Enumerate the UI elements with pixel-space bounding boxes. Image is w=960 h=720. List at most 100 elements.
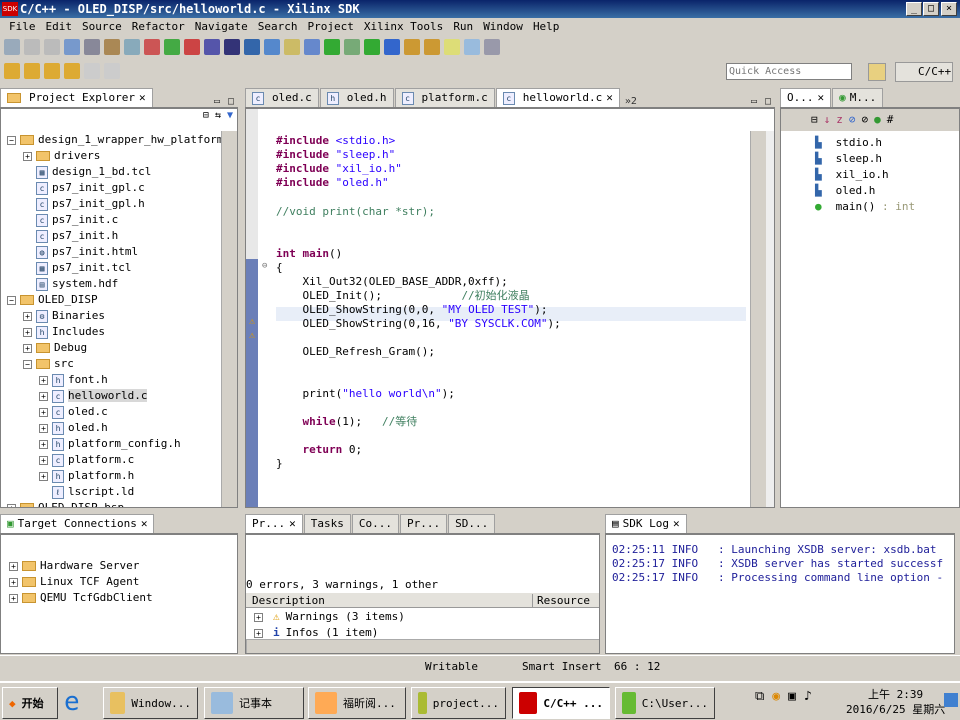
toolbar-icon[interactable] <box>404 39 420 55</box>
tree-item[interactable]: + h Includes <box>7 324 237 340</box>
quick-access-input[interactable] <box>726 63 852 80</box>
collapse-icon[interactable]: − <box>7 295 16 305</box>
minimize-icon[interactable]: ▭ <box>747 96 761 107</box>
volume-icon[interactable]: ♪ <box>804 689 820 704</box>
menu-help[interactable]: Help <box>528 18 565 36</box>
hide-macros-icon[interactable]: # <box>887 113 900 126</box>
tree-item[interactable]: ◍ ps7_init.html <box>7 244 237 260</box>
menu-edit[interactable]: Edit <box>41 18 78 36</box>
tab-project-explorer[interactable]: Project Explorer ✕ <box>0 88 153 107</box>
tab-sdk-log[interactable]: ▤ SDK Log ✕ <box>605 514 687 533</box>
toolbar-icon[interactable] <box>44 39 60 55</box>
expand-icon[interactable]: + <box>23 343 32 353</box>
tab-platform-c[interactable]: c platform.c <box>394 88 495 107</box>
toolbar-icon[interactable] <box>104 39 120 55</box>
start-button[interactable]: ◆ 开始 <box>2 687 58 719</box>
nav-arrow-icon[interactable] <box>64 63 80 79</box>
toolbar-icon[interactable] <box>4 39 20 55</box>
target-item[interactable]: + Hardware Server <box>9 558 153 574</box>
taskbar-item[interactable]: C:\User... <box>615 687 715 719</box>
minimize-button[interactable]: _ <box>906 2 922 16</box>
outline-item[interactable]: ▙ stdio.h <box>815 135 915 151</box>
app-tray-icon[interactable]: ◉ <box>772 689 788 704</box>
tree-item[interactable]: c ps7_init_gpl.h <box>7 196 237 212</box>
expand-icon[interactable]: + <box>39 407 48 417</box>
target-item[interactable]: + Linux TCF Agent <box>9 574 153 590</box>
hide-nonpublic-icon[interactable]: ● <box>874 113 887 126</box>
tab-oled-h[interactable]: h oled.h <box>319 88 394 107</box>
perspective-cpp-button[interactable]: C/C++ <box>895 62 953 82</box>
tree-item[interactable]: ▦ design_1_bd.tcl <box>7 164 237 180</box>
link-editor-icon[interactable]: ⇆ <box>215 110 221 121</box>
tab-make-target[interactable]: ◉ M... <box>832 88 884 107</box>
menu-window[interactable]: Window <box>478 18 528 36</box>
toolbar-icon[interactable] <box>364 39 380 55</box>
menu-navigate[interactable]: Navigate <box>190 18 253 36</box>
tree-item[interactable]: ℓ lscript.ld <box>7 484 237 500</box>
open-perspective-icon[interactable] <box>868 63 886 81</box>
toolbar-icon[interactable] <box>384 39 400 55</box>
toolbar-icon[interactable] <box>24 39 40 55</box>
minimize-icon[interactable]: ▭ <box>210 96 224 107</box>
tab-overflow-button[interactable]: »2 <box>621 96 641 107</box>
toolbar-icon[interactable] <box>464 39 480 55</box>
toolbar-icon[interactable] <box>64 39 80 55</box>
toolbar-icon[interactable] <box>124 39 140 55</box>
taskbar-item[interactable]: 福昕阅... <box>308 687 406 719</box>
tree-item[interactable]: − src <box>7 356 237 372</box>
outline-item[interactable]: ▙ oled.h <box>815 183 915 199</box>
toolbar-icon[interactable] <box>204 39 220 55</box>
tree-item[interactable]: + h platform.h <box>7 468 237 484</box>
tab-pr[interactable]: Pr... ✕ <box>245 514 303 533</box>
tree-item[interactable]: + ⚙ Binaries <box>7 308 237 324</box>
tree-item[interactable]: + drivers <box>7 148 237 164</box>
tree-item[interactable]: c ps7_init_gpl.c <box>7 180 237 196</box>
nav-arrow-icon[interactable] <box>104 63 120 79</box>
tree-item[interactable]: − OLED_DISP <box>7 292 237 308</box>
close-icon[interactable]: ✕ <box>139 89 146 107</box>
horizontal-scrollbar[interactable] <box>246 639 599 653</box>
hide-fields-icon[interactable]: ⊘ <box>849 113 862 126</box>
tree-item[interactable]: ▦ ps7_init.tcl <box>7 260 237 276</box>
expand-icon[interactable]: + <box>39 423 48 433</box>
filter-icon[interactable]: ▼ <box>227 110 233 121</box>
tab-sd[interactable]: SD... <box>448 514 496 533</box>
expand-icon[interactable]: + <box>9 593 18 603</box>
ie-icon[interactable]: e <box>64 687 80 717</box>
nav-arrow-icon[interactable] <box>24 63 40 79</box>
tree-item[interactable]: c ps7_init.c <box>7 212 237 228</box>
tree-item[interactable]: + c helloworld.c <box>7 388 237 404</box>
maximize-button[interactable]: □ <box>923 2 939 16</box>
nav-arrow-icon[interactable] <box>44 63 60 79</box>
close-icon[interactable]: ✕ <box>289 515 296 533</box>
menu-refactor[interactable]: Refactor <box>127 18 190 36</box>
collapse-all-icon[interactable]: ⊟ <box>203 110 209 121</box>
tree-item[interactable]: + c platform.c <box>7 452 237 468</box>
expand-icon[interactable]: + <box>39 455 48 465</box>
menu-search[interactable]: Search <box>253 18 303 36</box>
tree-item[interactable]: + h oled.h <box>7 420 237 436</box>
tree-item[interactable]: ▤ system.hdf <box>7 276 237 292</box>
toolbar-icon[interactable] <box>444 39 460 55</box>
tab-pr[interactable]: Pr... <box>400 514 448 533</box>
expand-icon[interactable]: + <box>39 471 48 481</box>
menu-run[interactable]: Run <box>448 18 478 36</box>
collapse-icon[interactable]: − <box>23 359 32 369</box>
clock-date[interactable]: 2016/6/25 星期六 <box>846 701 945 717</box>
close-icon[interactable]: ✕ <box>141 515 148 533</box>
toolbar-icon[interactable] <box>184 39 200 55</box>
toolbar-icon[interactable] <box>144 39 160 55</box>
tree-item[interactable]: + h font.h <box>7 372 237 388</box>
toolbar-icon[interactable] <box>424 39 440 55</box>
toolbar-icon[interactable] <box>484 39 500 55</box>
nav-arrow-icon[interactable] <box>4 63 20 79</box>
expand-icon[interactable]: + <box>39 439 48 449</box>
toolbar-icon[interactable] <box>304 39 320 55</box>
toolbar-icon[interactable] <box>284 39 300 55</box>
vertical-scrollbar[interactable] <box>221 131 237 507</box>
expand-icon[interactable]: + <box>23 311 32 321</box>
fold-icon[interactable]: ⊖ <box>262 261 267 271</box>
tree-item[interactable]: + OLED_DISP_bsp <box>7 500 237 507</box>
sort-icon[interactable]: ↓z <box>824 113 849 126</box>
toolbar-icon[interactable] <box>344 39 360 55</box>
